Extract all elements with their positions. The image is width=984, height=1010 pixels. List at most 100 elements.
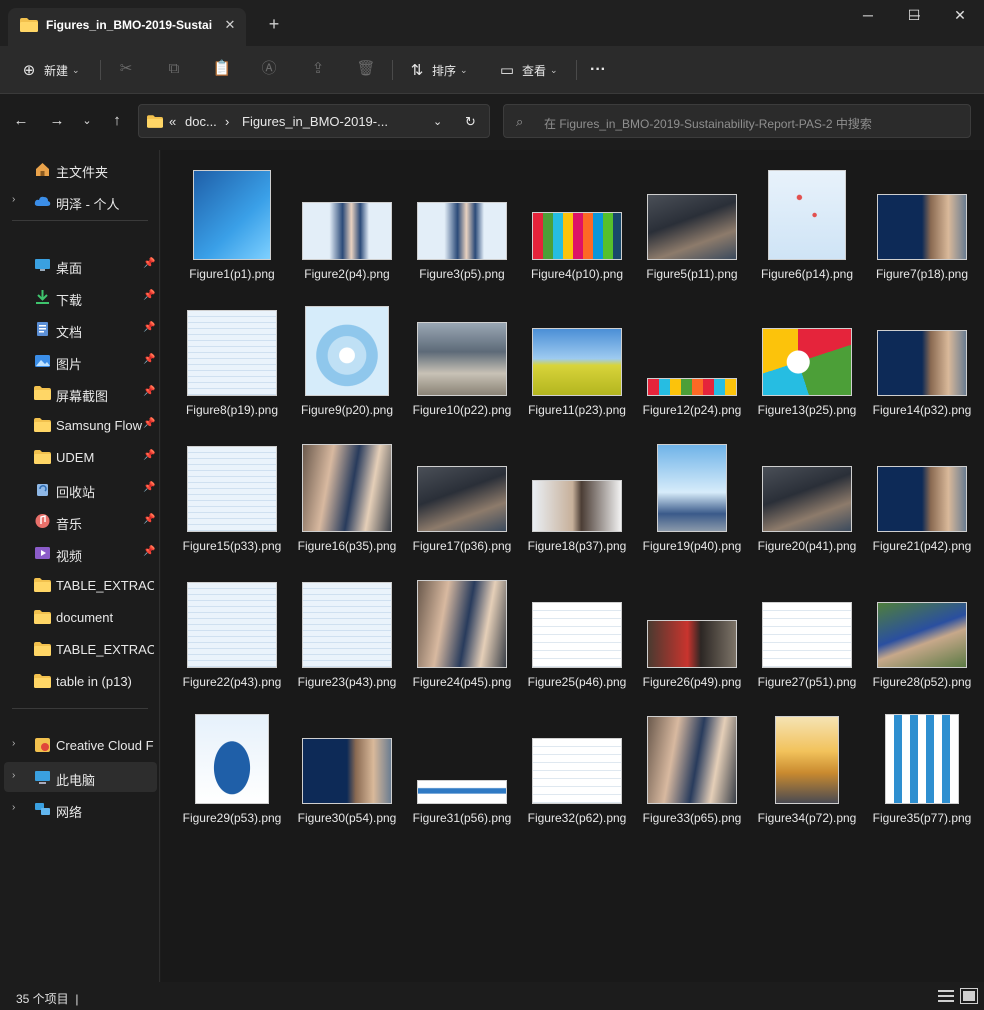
- chevron-right-icon[interactable]: ›: [12, 738, 15, 749]
- back-arrow-icon[interactable]: ←: [10, 110, 32, 132]
- file-item[interactable]: Figure21(p42).png: [867, 432, 977, 568]
- file-item[interactable]: Figure9(p20).png: [292, 296, 402, 432]
- file-item[interactable]: Figure20(p41).png: [752, 432, 862, 568]
- file-item[interactable]: Figure4(p10).png: [522, 160, 632, 296]
- sidebar-item[interactable]: document: [4, 602, 157, 632]
- delete-icon[interactable]: 🗑: [354, 58, 378, 82]
- sidebar-item[interactable]: UDEM 📌: [4, 442, 157, 472]
- file-item[interactable]: Figure14(p32).png: [867, 296, 977, 432]
- file-item[interactable]: Figure22(p43).png: [177, 568, 287, 704]
- sort-button[interactable]: ⇅ 排序 ⌄: [408, 56, 468, 84]
- breadcrumb-separator[interactable]: ›: [225, 114, 229, 129]
- file-item[interactable]: Figure13(p25).png: [752, 296, 862, 432]
- file-item[interactable]: Figure31(p56).png: [407, 704, 517, 840]
- pin-icon[interactable]: 📌: [143, 514, 155, 525]
- new-button[interactable]: ⊕ 新建 ⌄: [20, 56, 80, 84]
- cut-icon[interactable]: ✂: [114, 58, 138, 82]
- file-item[interactable]: Figure19(p40).png: [637, 432, 747, 568]
- file-item[interactable]: Figure32(p62).png: [522, 704, 632, 840]
- tab-close-button[interactable]: ✕: [220, 15, 240, 35]
- file-item[interactable]: Figure30(p54).png: [292, 704, 402, 840]
- file-item[interactable]: Figure15(p33).png: [177, 432, 287, 568]
- view-button[interactable]: ▭ 查看 ⌄: [498, 56, 558, 84]
- sidebar-item[interactable]: 视频 📌: [4, 538, 157, 568]
- chevron-right-icon[interactable]: ›: [12, 770, 15, 781]
- file-item[interactable]: Figure25(p46).png: [522, 568, 632, 704]
- pin-icon[interactable]: 📌: [143, 546, 155, 557]
- file-item[interactable]: Figure35(p77).png: [867, 704, 977, 840]
- file-item[interactable]: Figure23(p43).png: [292, 568, 402, 704]
- pin-icon[interactable]: 📌: [143, 290, 155, 301]
- pin-icon[interactable]: 📌: [143, 482, 155, 493]
- pin-icon[interactable]: 📌: [143, 418, 155, 429]
- address-bar[interactable]: « doc... › Figures_in_BMO-2019-... ⌄ ↻: [138, 104, 490, 138]
- file-item[interactable]: Figure18(p37).png: [522, 432, 632, 568]
- tab-active[interactable]: Figures_in_BMO-2019-Sustain ✕: [8, 8, 246, 46]
- more-options-button[interactable]: ···: [590, 56, 606, 84]
- new-tab-button[interactable]: +: [262, 13, 286, 37]
- sidebar-item[interactable]: table in (p13): [4, 666, 157, 696]
- file-item[interactable]: Figure16(p35).png: [292, 432, 402, 568]
- file-item[interactable]: Figure29(p53).png: [177, 704, 287, 840]
- sidebar-item[interactable]: 音乐 📌: [4, 506, 157, 536]
- file-item[interactable]: Figure27(p51).png: [752, 568, 862, 704]
- pin-icon[interactable]: 📌: [143, 386, 155, 397]
- file-item[interactable]: Figure6(p14).png: [752, 160, 862, 296]
- file-item[interactable]: Figure17(p36).png: [407, 432, 517, 568]
- details-view-icon[interactable]: [937, 988, 955, 1004]
- large-icons-view-icon[interactable]: [960, 988, 978, 1004]
- sidebar-item[interactable]: 回收站 📌: [4, 474, 157, 504]
- sidebar-item[interactable]: 下载 📌: [4, 282, 157, 312]
- pin-icon[interactable]: 📌: [143, 450, 155, 461]
- pin-icon[interactable]: 📌: [143, 258, 155, 269]
- pin-icon[interactable]: 📌: [143, 322, 155, 333]
- sidebar-item[interactable]: › 网络: [4, 794, 157, 824]
- sidebar-item[interactable]: 图片 📌: [4, 346, 157, 376]
- sidebar-item[interactable]: Samsung Flow 📌: [4, 410, 157, 440]
- breadcrumb-current[interactable]: Figures_in_BMO-2019-...: [242, 114, 388, 129]
- file-item[interactable]: Figure24(p45).png: [407, 568, 517, 704]
- file-item[interactable]: Figure8(p19).png: [177, 296, 287, 432]
- maximize-button[interactable]: ☐: [891, 0, 937, 32]
- file-item[interactable]: Figure2(p4).png: [292, 160, 402, 296]
- file-item[interactable]: Figure34(p72).png: [752, 704, 862, 840]
- file-item[interactable]: Figure28(p52).png: [867, 568, 977, 704]
- sidebar-item[interactable]: 桌面 📌: [4, 250, 157, 280]
- sidebar-item[interactable]: 文档 📌: [4, 314, 157, 344]
- search-box[interactable]: ⌕ 在 Figures_in_BMO-2019-Sustainability-R…: [503, 104, 971, 138]
- recent-chevron-icon[interactable]: ⌄: [76, 110, 98, 132]
- sidebar-item[interactable]: TABLE_EXTRACT: [4, 634, 157, 664]
- sidebar-item[interactable]: 屏幕截图 📌: [4, 378, 157, 408]
- close-window-button[interactable]: ✕: [937, 0, 983, 32]
- up-arrow-icon[interactable]: ↑: [106, 110, 128, 132]
- pin-icon[interactable]: 📌: [143, 354, 155, 365]
- file-item[interactable]: Figure26(p49).png: [637, 568, 747, 704]
- sidebar-item[interactable]: › 明泽 - 个人: [4, 186, 157, 216]
- file-item[interactable]: Figure10(p22).png: [407, 296, 517, 432]
- breadcrumb-document[interactable]: doc...: [185, 114, 217, 129]
- file-item[interactable]: Figure33(p65).png: [637, 704, 747, 840]
- sidebar-item[interactable]: 主文件夹: [4, 154, 157, 184]
- minimize-button[interactable]: ─: [845, 0, 891, 32]
- breadcrumb-overflow[interactable]: «: [169, 114, 176, 129]
- forward-arrow-icon[interactable]: →: [46, 110, 68, 132]
- pictures-icon: [35, 355, 50, 367]
- rename-icon[interactable]: Ⓐ: [257, 58, 281, 82]
- chevron-right-icon[interactable]: ›: [12, 802, 15, 813]
- file-item[interactable]: Figure12(p24).png: [637, 296, 747, 432]
- file-item[interactable]: Figure3(p5).png: [407, 160, 517, 296]
- file-item[interactable]: Figure7(p18).png: [867, 160, 977, 296]
- paste-icon[interactable]: 📋: [210, 58, 234, 82]
- refresh-icon[interactable]: ↻: [465, 114, 476, 130]
- chevron-right-icon[interactable]: ›: [12, 194, 15, 205]
- file-item[interactable]: Figure5(p11).png: [637, 160, 747, 296]
- sidebar-item[interactable]: › Creative Cloud Fil: [4, 730, 157, 760]
- sidebar-item[interactable]: › 此电脑: [4, 762, 157, 792]
- file-item[interactable]: Figure1(p1).png: [177, 160, 287, 296]
- address-dropdown-icon[interactable]: ⌄: [433, 115, 442, 128]
- file-name: Figure35(p77).png: [872, 811, 972, 825]
- file-item[interactable]: Figure11(p23).png: [522, 296, 632, 432]
- copy-icon[interactable]: ⧉: [162, 58, 186, 82]
- sidebar-item[interactable]: TABLE_EXTRACT: [4, 570, 157, 600]
- share-icon[interactable]: ⇪: [306, 58, 330, 82]
